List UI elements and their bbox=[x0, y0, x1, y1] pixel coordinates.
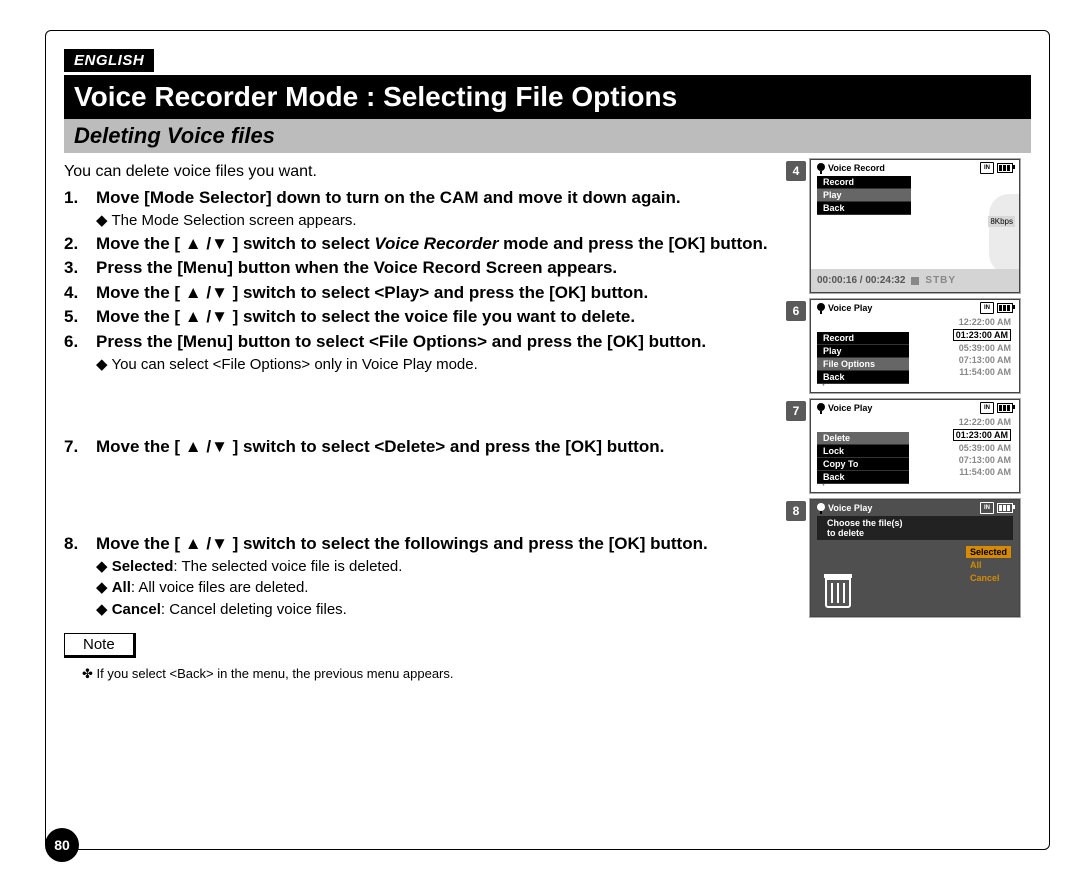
menu-back[interactable]: Back bbox=[817, 371, 909, 384]
memory-icon: IN bbox=[980, 162, 994, 174]
menu-back[interactable]: Back bbox=[817, 202, 911, 215]
menu-file-options[interactable]: File Options bbox=[817, 358, 909, 371]
screen-8-block: 8 Voice Play IN Choose the file(s) to de… bbox=[796, 499, 1031, 617]
menu-play[interactable]: Play bbox=[817, 189, 911, 202]
step-4: Move the [ ▲ /▼ ] switch to select <Play… bbox=[64, 282, 784, 304]
battery-icon bbox=[997, 303, 1013, 313]
step-1-sub: The Mode Selection screen appears. bbox=[96, 211, 784, 230]
option-selected[interactable]: Selected bbox=[966, 546, 1011, 558]
list-item[interactable]: 12:22:00 AM bbox=[811, 416, 1019, 428]
option-cancel[interactable]: Cancel bbox=[966, 572, 1011, 584]
menu-record[interactable]: Record bbox=[817, 332, 909, 345]
screen-4-block: 4 Voice Record IN Record Play bbox=[796, 159, 1031, 293]
menu-copy-to[interactable]: Copy To bbox=[817, 458, 909, 471]
menu-delete[interactable]: Delete bbox=[817, 432, 909, 445]
memory-icon: IN bbox=[980, 402, 994, 414]
page-frame: ENGLISH Voice Recorder Mode : Selecting … bbox=[45, 30, 1050, 850]
step-3: Press the [Menu] button when the Voice R… bbox=[64, 257, 784, 279]
memory-icon: IN bbox=[980, 302, 994, 314]
page-number: 80 bbox=[45, 828, 79, 862]
mic-icon bbox=[817, 503, 825, 511]
mic-icon bbox=[817, 303, 825, 311]
step-6-sub: You can select <File Options> only in Vo… bbox=[96, 355, 784, 374]
step-1: Move [Mode Selector] down to turn on the… bbox=[64, 187, 784, 231]
note-heading: Note bbox=[64, 633, 136, 658]
language-badge: ENGLISH bbox=[64, 49, 154, 72]
battery-icon bbox=[997, 403, 1013, 413]
screen-6-block: 6 Voice Play IN Record Play File Opt bbox=[796, 299, 1031, 393]
step-8: Move the [ ▲ /▼ ] switch to select the f… bbox=[64, 533, 784, 619]
confirm-prompt: Choose the file(s) to delete bbox=[817, 516, 1013, 540]
step-8-opt-all: All: All voice files are deleted. bbox=[96, 578, 784, 597]
list-item[interactable]: 12:22:00 AM bbox=[811, 316, 1019, 328]
step-2: Move the [ ▲ /▼ ] switch to select Voice… bbox=[64, 233, 784, 255]
battery-icon bbox=[997, 163, 1013, 173]
menu-record[interactable]: Record bbox=[817, 176, 911, 189]
head-silhouette-icon bbox=[989, 194, 1019, 274]
stop-icon bbox=[911, 277, 919, 285]
screen-4: Voice Record IN Record Play Back bbox=[810, 159, 1020, 293]
menu-play[interactable]: Play bbox=[817, 345, 909, 358]
step-7: Move the [ ▲ /▼ ] switch to select <Dele… bbox=[64, 436, 784, 458]
step-6: Press the [Menu] button to select <File … bbox=[64, 331, 784, 375]
screen-8: Voice Play IN Choose the file(s) to dele… bbox=[810, 499, 1020, 617]
time-counter: 00:00:16 / 00:24:32 bbox=[817, 275, 905, 286]
screen-7-block: 7 Voice Play IN Delete Lock Copy To bbox=[796, 399, 1031, 493]
screenshots-column: 4 Voice Record IN Record Play bbox=[796, 159, 1031, 682]
mic-icon bbox=[817, 403, 825, 411]
screen-8-badge: 8 bbox=[786, 501, 806, 521]
screen-6: Voice Play IN Record Play File Options B… bbox=[810, 299, 1020, 393]
screen-7: Voice Play IN Delete Lock Copy To Back bbox=[810, 399, 1020, 493]
menu-back[interactable]: Back bbox=[817, 471, 909, 484]
step-8-opt-cancel: Cancel: Cancel deleting voice files. bbox=[96, 600, 784, 619]
screen-7-badge: 7 bbox=[786, 401, 806, 421]
mic-icon bbox=[817, 163, 825, 171]
step-5: Move the [ ▲ /▼ ] switch to select the v… bbox=[64, 306, 784, 328]
intro-text: You can delete voice files you want. bbox=[64, 163, 784, 181]
note-text: If you select <Back> in the menu, the pr… bbox=[82, 666, 784, 682]
bitrate-label: 8Kbps bbox=[988, 216, 1015, 227]
battery-icon bbox=[997, 503, 1013, 513]
standby-label: STBY bbox=[925, 275, 956, 286]
page-title: Voice Recorder Mode : Selecting File Opt… bbox=[64, 75, 1031, 119]
option-all[interactable]: All bbox=[966, 559, 1011, 571]
instructions-column: You can delete voice files you want. Mov… bbox=[64, 159, 796, 682]
screen-6-badge: 6 bbox=[786, 301, 806, 321]
memory-icon: IN bbox=[980, 502, 994, 514]
step-8-opt-selected: Selected: The selected voice file is del… bbox=[96, 557, 784, 576]
screen-4-badge: 4 bbox=[786, 161, 806, 181]
trash-icon bbox=[825, 578, 851, 608]
menu-lock[interactable]: Lock bbox=[817, 445, 909, 458]
section-subtitle: Deleting Voice files bbox=[64, 119, 1031, 153]
